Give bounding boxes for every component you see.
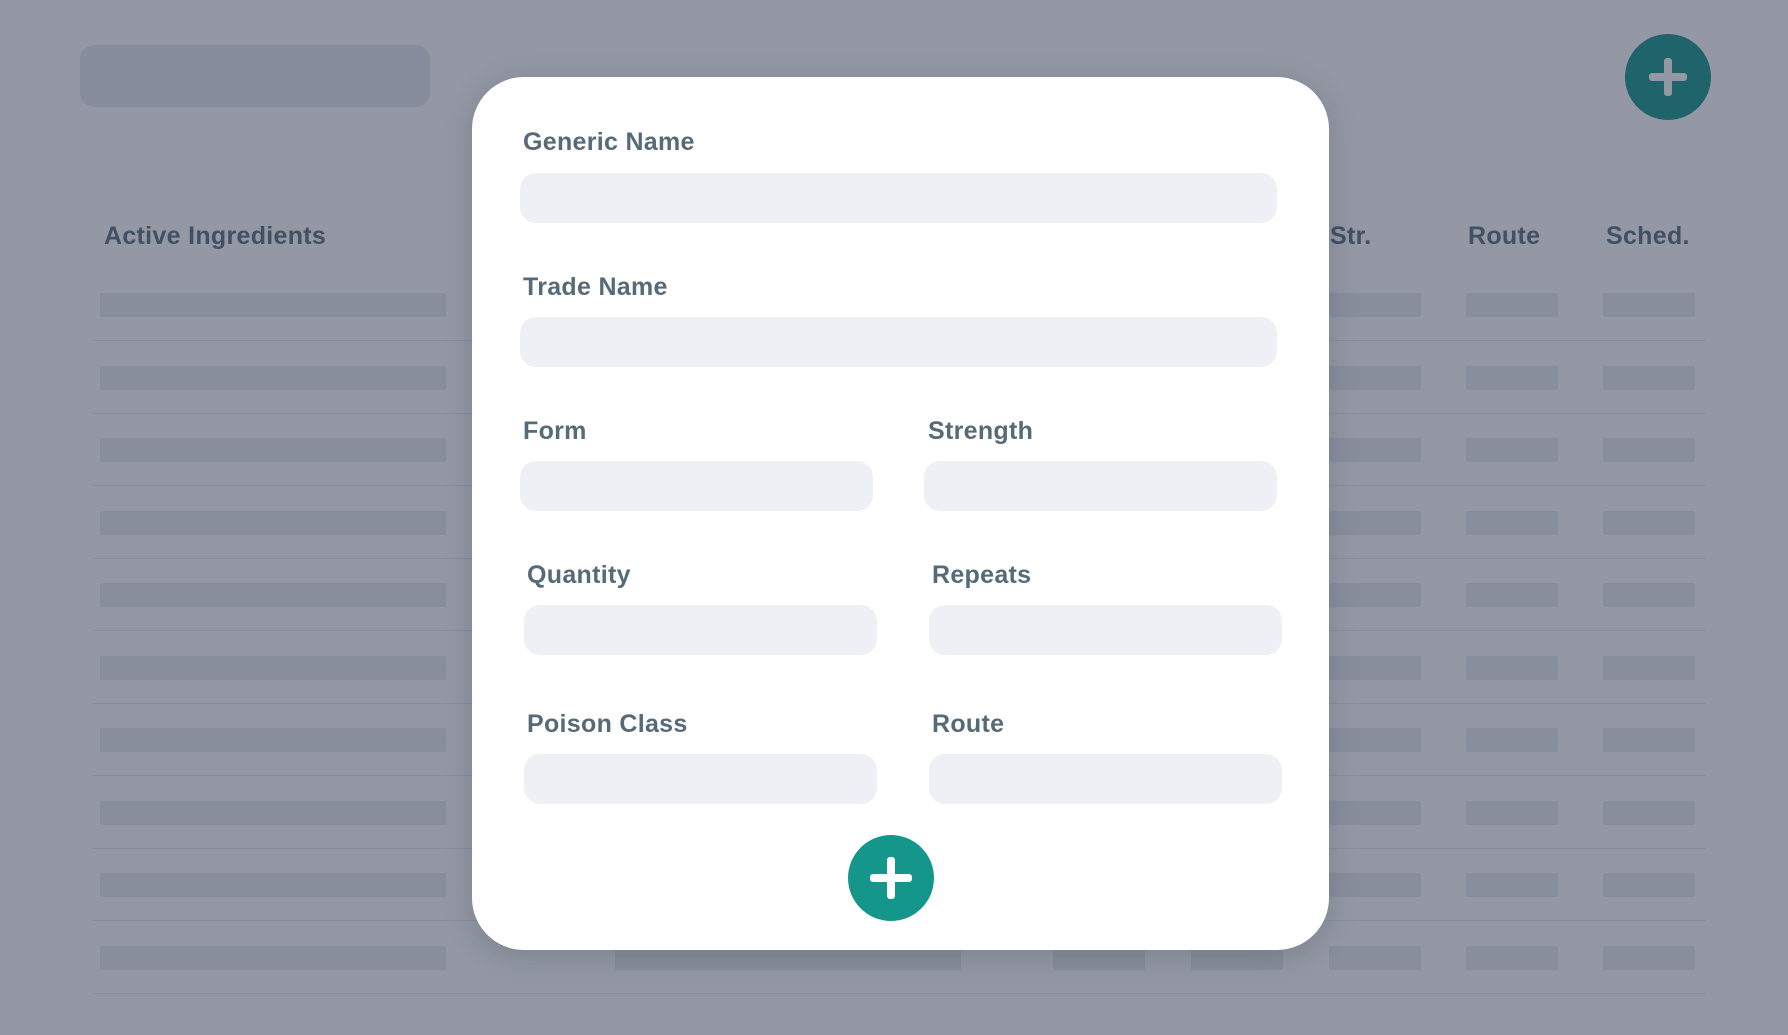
strength-input[interactable] [924,461,1277,511]
strength-label: Strength [928,417,1034,445]
trade-name-input[interactable] [520,317,1277,367]
add-medication-dialog: Generic Name Trade Name Form Strength Qu… [472,77,1329,950]
add-submit-button[interactable] [848,835,934,921]
route-input[interactable] [929,754,1282,804]
poison-class-label: Poison Class [527,710,688,738]
form-label: Form [523,417,587,445]
repeats-label: Repeats [932,561,1032,589]
repeats-input[interactable] [929,605,1282,655]
quantity-label: Quantity [527,561,631,589]
generic-name-input[interactable] [520,173,1277,223]
poison-class-input[interactable] [524,754,877,804]
trade-name-label: Trade Name [523,273,668,301]
generic-name-label: Generic Name [523,128,695,156]
route-label: Route [932,710,1005,738]
form-input[interactable] [520,461,873,511]
quantity-input[interactable] [524,605,877,655]
